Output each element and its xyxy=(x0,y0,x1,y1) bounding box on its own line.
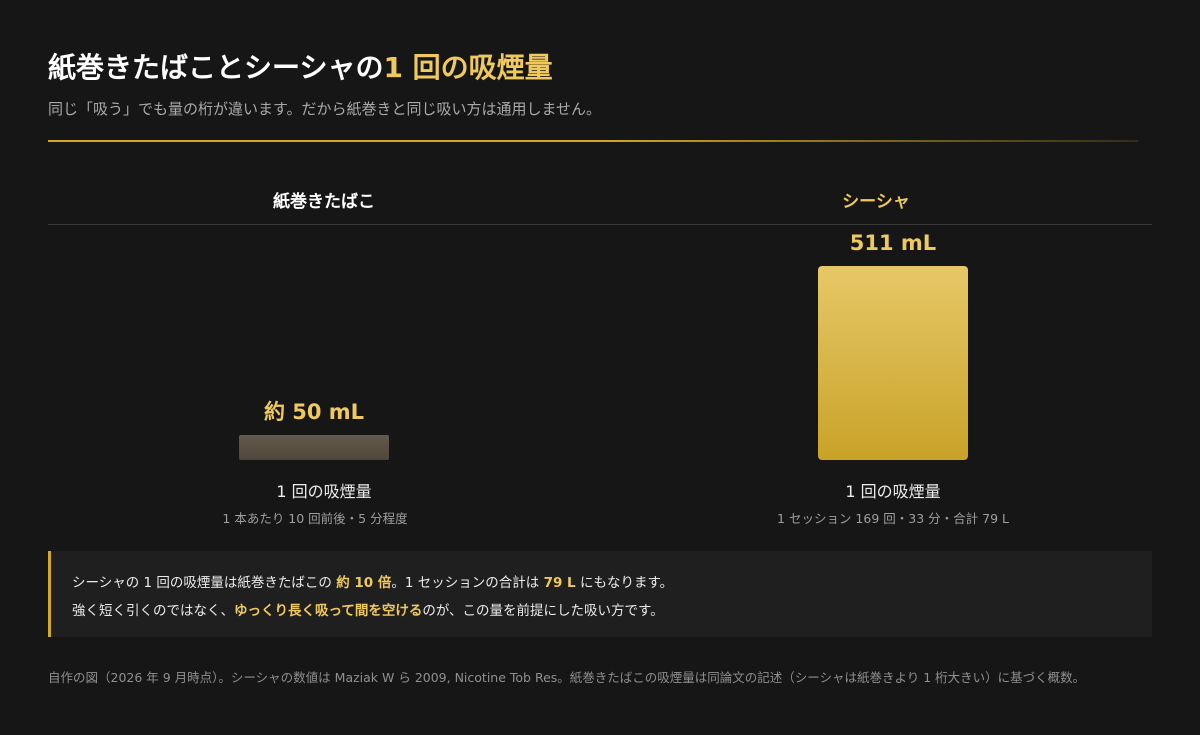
callout-text: シーシャの 1 回の吸煙量は紙巻きたばこの xyxy=(72,575,337,591)
callout-text: 強く短く引くのではなく、 xyxy=(72,603,234,619)
callout-text: にもなります。 xyxy=(575,575,674,591)
callout-highlight-ratio: 約 10 倍 xyxy=(336,575,392,591)
callout-text: のが、この量を前提にした吸い方です。 xyxy=(422,603,664,619)
bar-cigarette xyxy=(239,435,389,460)
callout-line-2: 強く短く引くのではなく、ゆっくり長く吸って間を空けるのが、この量を前提にした吸い… xyxy=(72,597,1152,625)
note-shisha: 1 回の吸煙量 xyxy=(845,482,941,501)
detail-cigarette: 1 本あたり 10 回前後・5 分程度 xyxy=(222,511,408,526)
value-label-shisha: 511 mL xyxy=(850,231,936,255)
callout-line-1: シーシャの 1 回の吸煙量は紙巻きたばこの 約 10 倍。1 セッションの合計は… xyxy=(72,569,1152,597)
bar-shisha xyxy=(818,266,968,460)
callout-box: シーシャの 1 回の吸煙量は紙巻きたばこの 約 10 倍。1 セッションの合計は… xyxy=(48,551,1152,637)
callout-highlight-total: 79 L xyxy=(543,575,576,591)
callout-text: 。1 セッションの合計は xyxy=(391,575,544,591)
footer-source: 自作の図（2026 年 9 月時点）。シーシャの数値は Maziak W ら 2… xyxy=(48,670,1086,685)
callout-highlight-method: ゆっくり長く吸って間を空ける xyxy=(234,603,423,619)
value-label-cigarette: 約 50 mL xyxy=(264,400,364,424)
note-cigarette: 1 回の吸煙量 xyxy=(276,482,372,501)
detail-shisha: 1 セッション 169 回・33 分・合計 79 L xyxy=(777,511,1009,526)
